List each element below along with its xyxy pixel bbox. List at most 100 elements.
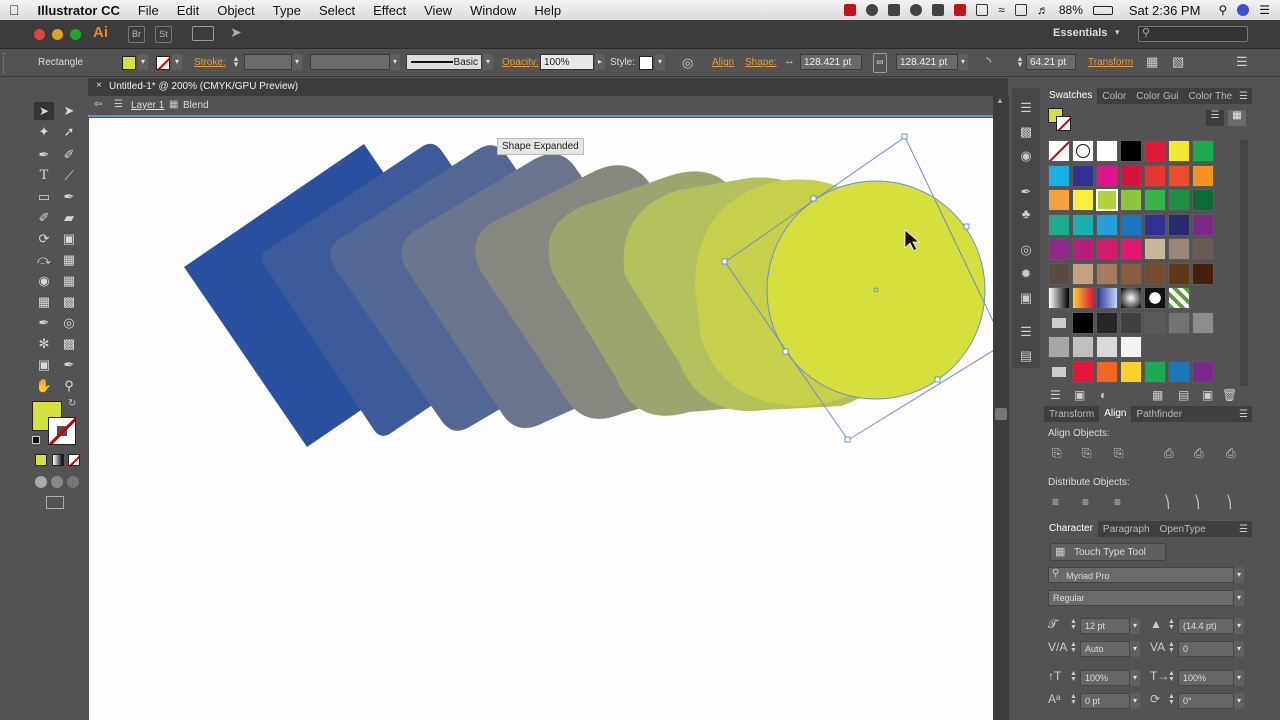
- swatch[interactable]: [1120, 360, 1142, 383]
- swatch[interactable]: [1120, 287, 1142, 309]
- mesh-tool[interactable]: ▦: [34, 293, 54, 311]
- swatch[interactable]: [1168, 262, 1190, 285]
- scale-tool[interactable]: ▣: [59, 230, 79, 248]
- add-to-library-icon[interactable]: ▣: [1074, 388, 1085, 402]
- font-size-stepper[interactable]: ▲ ▼: [1070, 618, 1077, 631]
- tracking-stepper[interactable]: ▲ ▼: [1168, 641, 1175, 654]
- panel-menu-icon[interactable]: ☰: [1236, 54, 1248, 70]
- tab-character[interactable]: Character: [1044, 521, 1098, 537]
- vertical-scale-stepper[interactable]: ▲ ▼: [1070, 670, 1077, 683]
- wifi-icon[interactable]: ≈: [998, 3, 1005, 17]
- swatch[interactable]: [1072, 140, 1094, 162]
- swatch[interactable]: [1168, 164, 1190, 187]
- brush-definition[interactable]: Basic: [406, 54, 482, 70]
- hand-tool[interactable]: ✋: [34, 377, 54, 395]
- menu-file[interactable]: File: [129, 3, 168, 18]
- strip-menu-icon[interactable]: ☰: [1018, 100, 1034, 116]
- swatch[interactable]: [1048, 287, 1070, 309]
- lasso-tool[interactable]: ➚: [59, 123, 79, 141]
- swatch[interactable]: [1072, 164, 1094, 187]
- align-label[interactable]: Align: [712, 57, 734, 68]
- vertical-scale-field[interactable]: 100%: [1080, 670, 1130, 686]
- tab-color-guide[interactable]: Color Gui: [1131, 91, 1183, 102]
- symbol-sprayer-tool[interactable]: ✻: [34, 335, 54, 353]
- swatch[interactable]: [1144, 140, 1166, 162]
- selection-tool[interactable]: ➤: [34, 102, 54, 120]
- corner-radius-stepper[interactable]: ▲ ▼: [1016, 55, 1024, 69]
- rotate-tool[interactable]: ⟳: [34, 230, 54, 248]
- opacity-field[interactable]: 100%: [540, 54, 594, 70]
- vertical-distribute-bottom-icon[interactable]: ≡: [1114, 495, 1121, 509]
- swatch[interactable]: [1072, 311, 1094, 334]
- workspace-dropdown-icon[interactable]: ▾: [1115, 27, 1120, 38]
- selected-circle[interactable]: [766, 180, 986, 400]
- fill-dropdown[interactable]: ▾: [138, 54, 148, 70]
- swatch[interactable]: [1144, 189, 1166, 211]
- stroke-color-box[interactable]: [48, 417, 76, 445]
- swatch[interactable]: [1072, 262, 1094, 285]
- blend-tool[interactable]: ◎: [59, 314, 79, 332]
- default-fill-stroke-icon[interactable]: [32, 436, 40, 444]
- cloud-icon[interactable]: [888, 4, 901, 16]
- shape-builder-tool[interactable]: ◉: [34, 272, 54, 290]
- swatch[interactable]: [1048, 262, 1070, 285]
- curvature-tool[interactable]: ✐: [59, 146, 79, 164]
- gpu-performance-icon[interactable]: ➤: [230, 24, 242, 41]
- font-style-dropdown[interactable]: ▾: [1234, 590, 1244, 606]
- shaper-tool[interactable]: ✐: [34, 209, 54, 227]
- swatch[interactable]: [1192, 213, 1214, 236]
- list-view-icon[interactable]: ☰: [1206, 110, 1224, 126]
- tracking-field[interactable]: 0: [1178, 641, 1234, 657]
- character-menu-icon[interactable]: ☰: [1239, 524, 1252, 535]
- tab-paragraph[interactable]: Paragraph: [1098, 524, 1155, 535]
- cc-libraries-icon[interactable]: ◎: [1018, 242, 1034, 258]
- workspace-switcher[interactable]: Essentials: [1053, 27, 1107, 39]
- type-tool[interactable]: T: [34, 167, 54, 185]
- baseline-shift-dropdown[interactable]: ▾: [1130, 693, 1140, 709]
- shape-label[interactable]: Shape:: [745, 57, 777, 68]
- zoom-window-button[interactable]: [70, 29, 81, 40]
- shape-width-field[interactable]: 128.421 pt: [800, 54, 862, 70]
- tab-color[interactable]: Color: [1097, 91, 1131, 102]
- swatch[interactable]: [1096, 262, 1118, 285]
- swatch[interactable]: [1096, 164, 1118, 187]
- align-menu-icon[interactable]: ☰: [1239, 409, 1252, 420]
- spotlight-icon[interactable]: ⚲: [1218, 3, 1227, 17]
- swatch[interactable]: [1048, 164, 1070, 187]
- horizontal-distribute-left-icon[interactable]: ⎞: [1164, 495, 1170, 509]
- swatch[interactable]: [1120, 336, 1142, 358]
- artboard-tool[interactable]: ▣: [34, 356, 54, 374]
- airplay-icon[interactable]: [1014, 4, 1027, 16]
- swatch[interactable]: [1144, 213, 1166, 236]
- stock-button[interactable]: St: [155, 26, 172, 43]
- free-transform-tool[interactable]: ▦: [59, 251, 79, 269]
- new-color-group-icon[interactable]: ▤: [1178, 388, 1189, 402]
- swatch[interactable]: [1048, 336, 1070, 358]
- swatch[interactable]: [1168, 287, 1190, 309]
- swatch[interactable]: [1120, 189, 1142, 211]
- minimize-window-button[interactable]: [52, 29, 63, 40]
- brushes-panel-icon[interactable]: ✒: [1018, 184, 1034, 200]
- font-size-field[interactable]: 12 pt: [1080, 618, 1130, 634]
- draw-behind-icon[interactable]: [51, 476, 63, 488]
- swatch[interactable]: [1096, 213, 1118, 236]
- swatch[interactable]: [1096, 140, 1118, 162]
- swatch[interactable]: [1096, 238, 1118, 260]
- leading-dropdown[interactable]: ▾: [1234, 618, 1244, 634]
- menu-edit[interactable]: Edit: [168, 3, 208, 18]
- swatch[interactable]: [1144, 238, 1166, 260]
- record-icon[interactable]: [844, 4, 857, 16]
- swatch[interactable]: [1072, 238, 1094, 260]
- menu-type[interactable]: Type: [264, 3, 310, 18]
- swatch[interactable]: [1096, 336, 1118, 358]
- swatch[interactable]: [1168, 311, 1190, 334]
- notification-center-icon[interactable]: ☰: [1259, 3, 1270, 17]
- character-rotation-stepper[interactable]: ▲ ▼: [1168, 693, 1175, 706]
- gradient-tool[interactable]: ▩: [59, 293, 79, 311]
- swatch[interactable]: [1072, 360, 1094, 383]
- swatch[interactable]: [1144, 164, 1166, 187]
- close-tab-icon[interactable]: ×: [96, 80, 102, 91]
- swatch[interactable]: [1144, 287, 1166, 309]
- arrange-icon[interactable]: ▧: [1172, 54, 1184, 70]
- show-swatch-kinds-icon[interactable]: ◐: [1100, 388, 1107, 402]
